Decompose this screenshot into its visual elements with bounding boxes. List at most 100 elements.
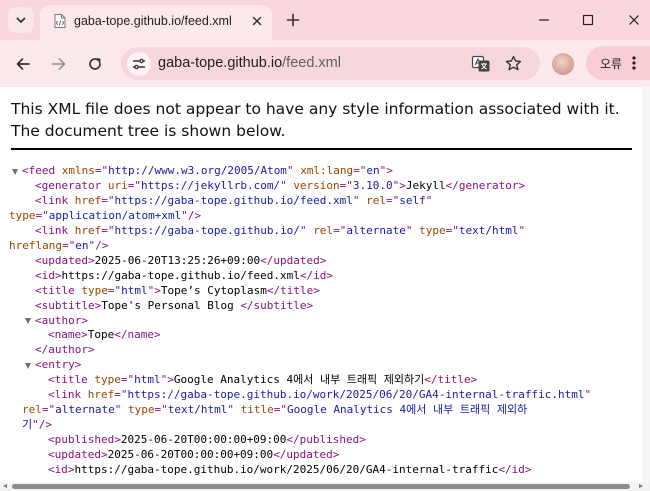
xml-line: <updated>2025-06-20T13:25:26+09:00</upda…: [35, 254, 326, 269]
xml-tag: =": [353, 164, 367, 177]
chevron-down-icon: [16, 17, 26, 23]
style-info-notice: This XML file does not appear to have an…: [11, 100, 620, 140]
xml-tag: <entry>: [35, 358, 82, 372]
xml-tag: "/>: [32, 418, 52, 432]
collapse-triangle-icon[interactable]: [25, 362, 31, 369]
xml-attr-value: https://gaba-tope.github.io/: [114, 223, 300, 237]
xml-tag: </id>: [498, 463, 532, 476]
xml-line: <name>Tope</name>: [48, 328, 161, 343]
xml-text: [81, 388, 88, 401]
xml-tag: <generator: [35, 178, 102, 192]
horizontal-scroll-thumb[interactable]: [12, 484, 630, 489]
xml-line: <feed xmlns="http://www.w3.org/2005/Atom…: [22, 164, 393, 179]
xml-tag: =": [273, 403, 287, 417]
bookmark-button[interactable]: [503, 53, 523, 73]
xml-tag: <updated>: [35, 253, 95, 267]
profile-error-button[interactable]: 오류: [586, 46, 650, 80]
xml-line: <id>https://gaba-tope.github.io/work/202…: [48, 463, 531, 478]
new-tab-button[interactable]: [283, 10, 303, 30]
xml-attr-name: rel: [22, 403, 42, 417]
xml-tag: ": [352, 193, 360, 207]
collapse-triangle-icon[interactable]: [25, 318, 31, 324]
xml-tag: </updated>: [273, 448, 340, 462]
xml-attr-value: 기: [22, 418, 33, 432]
vertical-scrollbar[interactable]: [642, 87, 650, 482]
maximize-button[interactable]: [576, 8, 600, 32]
more-vert-icon: [632, 56, 636, 70]
xml-text: https://gaba-tope.github.io/feed.xml: [61, 268, 300, 282]
xml-file-icon: [54, 14, 66, 28]
xml-tag: =": [339, 178, 353, 192]
xml-line: <published>2025-06-20T00:00:00+09:00</pu…: [48, 433, 366, 448]
horizontal-scrollbar[interactable]: [0, 482, 650, 491]
xml-tag: <link: [48, 388, 82, 402]
xml-attr-value: application/atom+xml: [48, 208, 182, 222]
xml-line: <generator uri="https://jekyllrb.com/" v…: [35, 179, 525, 194]
xml-attr-name: version: [293, 178, 340, 192]
xml-text: https://gaba-tope.github.io/work/2025/06…: [74, 463, 499, 476]
xml-attr-name: xmlns: [61, 164, 95, 177]
arrow-right-icon: [52, 58, 66, 70]
xml-attr-value: http://www.w3.org/2005/Atom: [108, 164, 287, 177]
xml-attr-value: alternate: [346, 223, 406, 237]
xml-tag: <author>: [35, 313, 88, 327]
url-path: /feed.xml: [282, 55, 341, 71]
xml-tag: =": [127, 178, 141, 192]
xml-line: <id>https://gaba-tope.github.io/feed.xml…: [35, 269, 333, 284]
xml-tag: <title: [35, 283, 75, 297]
xml-tag: <id>: [35, 268, 62, 282]
xml-text: Tope's Personal Blog: [101, 298, 241, 312]
xml-line: </author>: [35, 343, 95, 358]
xml-attr-value: https://gaba-tope.github.io/work/2025/06…: [127, 388, 585, 402]
xml-text: Google Analytics 4에서 내부 트래픽 제외하기: [173, 373, 425, 387]
toolbar: gaba-tope.github.io/feed.xml 오류: [0, 40, 650, 87]
xml-tag: =": [61, 238, 76, 252]
notice-divider: [11, 148, 632, 150]
xml-tag: ": [299, 223, 307, 237]
scroll-left-arrow-icon[interactable]: [3, 484, 7, 488]
tab-close-button[interactable]: [248, 12, 266, 30]
scroll-right-arrow-icon[interactable]: [639, 484, 643, 488]
xml-text: Tope’s Cytoplasm: [160, 283, 267, 297]
xml-tag: </subtitle>: [240, 298, 314, 312]
xml-text: 2025-06-20T00:00:00+09:00: [120, 433, 287, 447]
xml-attr-name: type: [94, 373, 121, 387]
tab-strip: gaba-tope.github.io/feed.xml: [0, 0, 650, 40]
xml-attr-value: html: [134, 373, 161, 387]
collapse-triangle-icon[interactable]: [12, 168, 18, 175]
menu-button[interactable]: [629, 54, 639, 72]
url-text[interactable]: gaba-tope.github.io/feed.xml: [158, 55, 341, 71]
xml-attr-value: html: [121, 283, 148, 297]
xml-line: type="application/atom+xml"/>: [9, 209, 201, 224]
xml-tag: =": [101, 223, 115, 237]
xml-tag: </generator>: [445, 178, 526, 192]
xml-attr-name: href: [87, 388, 115, 402]
xml-text: [121, 403, 128, 416]
xml-tag: ">: [160, 373, 174, 387]
xml-tag: ": [280, 178, 287, 192]
reload-button[interactable]: [83, 52, 107, 76]
xml-text: [234, 403, 241, 416]
xml-tag: ": [286, 164, 294, 177]
address-bar[interactable]: gaba-tope.github.io/feed.xml: [121, 47, 540, 80]
window-close-button[interactable]: [622, 8, 646, 32]
translate-button[interactable]: [471, 54, 491, 74]
xml-attr-value: text/html: [458, 223, 519, 237]
reload-icon: [89, 58, 101, 70]
xml-line: <link href="https://gaba-tope.github.io/…: [48, 388, 591, 403]
tab-active[interactable]: gaba-tope.github.io/feed.xml: [40, 5, 272, 40]
search-tabs-button[interactable]: [8, 7, 34, 33]
forward-button[interactable]: [47, 52, 71, 76]
xml-tag: </updated>: [260, 253, 327, 267]
extension-avatar[interactable]: [552, 53, 574, 75]
maximize-icon: [582, 14, 594, 26]
site-info-button[interactable]: [127, 52, 151, 76]
xml-tag: =": [114, 388, 128, 402]
minimize-button[interactable]: [532, 8, 556, 32]
xml-attr-name: type: [127, 403, 155, 417]
xml-attr-name: uri: [107, 178, 128, 192]
plus-icon: [286, 13, 300, 27]
xml-tag: <title: [48, 373, 88, 387]
back-button[interactable]: [11, 52, 35, 76]
url-host: gaba-tope.github.io: [158, 55, 283, 71]
